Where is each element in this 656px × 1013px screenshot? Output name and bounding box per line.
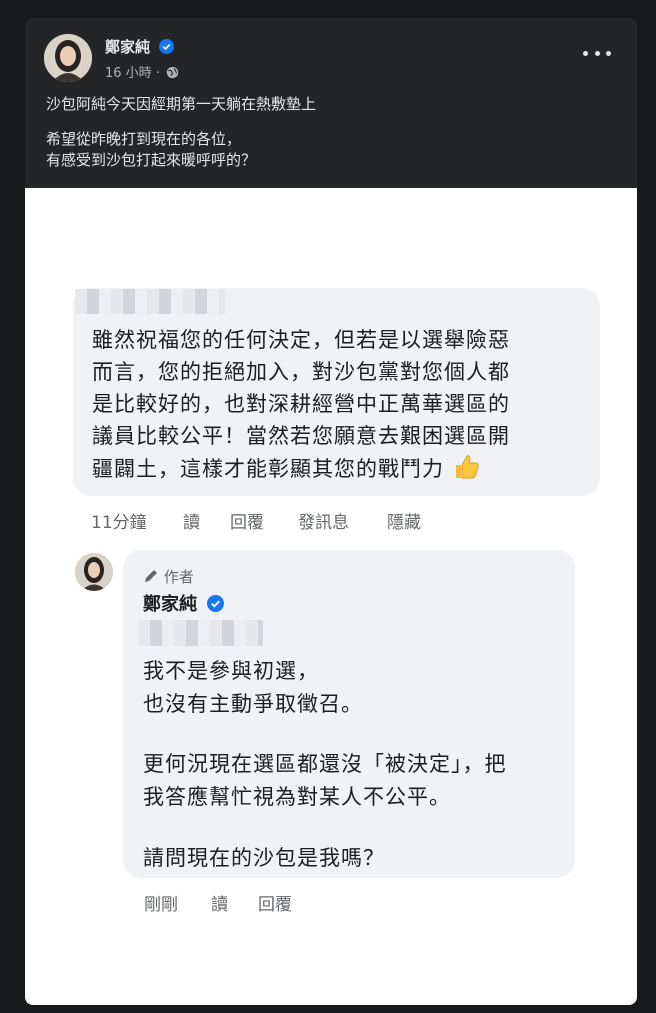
post-text-line-3: 有感受到沙包打起來暖呼呼的？ bbox=[46, 151, 257, 169]
blurred-tagged-name bbox=[138, 620, 263, 646]
author-name-text[interactable]: 鄭家純 bbox=[105, 38, 150, 56]
comment-hide-link[interactable]: 隱藏 bbox=[387, 508, 421, 533]
post-text-line-2: 希望從昨晚打到現在的各位， bbox=[46, 130, 242, 148]
comment-line-5-text: 疆闢土，這樣才能彰顯其您的戰鬥力 bbox=[92, 457, 444, 481]
comment-line-4: 議員比較公平！當然若您願意去艱困選區開 bbox=[92, 424, 510, 448]
pen-icon bbox=[145, 570, 157, 582]
reply-line-4: 更何況現在選區都還沒「被決定」，把 bbox=[143, 752, 507, 776]
verified-badge-icon bbox=[159, 39, 175, 54]
thumbs-up-icon bbox=[455, 455, 479, 479]
dot-icon bbox=[594, 50, 600, 56]
comment-line-1: 雖然祝福您的任何決定，但若是以選舉險惡 bbox=[92, 328, 510, 352]
globe-icon bbox=[166, 66, 179, 79]
comment-reply-link[interactable]: 回覆 bbox=[230, 508, 264, 533]
reply-author-name[interactable]: 鄭家純 bbox=[143, 590, 225, 616]
reply-reply-link[interactable]: 回覆 bbox=[258, 890, 292, 915]
reply-time-link[interactable]: 剛剛 bbox=[144, 890, 178, 915]
reply-avatar[interactable] bbox=[75, 553, 113, 591]
comment-read-link[interactable]: 讀 bbox=[183, 508, 200, 533]
author-badge-text: 作者 bbox=[163, 568, 194, 586]
reply-read-link[interactable]: 讀 bbox=[211, 890, 228, 915]
attached-screenshot[interactable]: 雖然祝福您的任何決定，但若是以選舉險惡 而言，您的拒絕加入，對沙包黨對您個人都 … bbox=[25, 188, 637, 1005]
post-timestamp[interactable]: 16 小時 · bbox=[105, 62, 179, 81]
comment-line-5: 疆闢土，這樣才能彰顯其您的戰鬥力 bbox=[92, 452, 480, 483]
reply-line-2: 也沒有主動爭取徵召。 bbox=[143, 692, 363, 716]
reply-line-7: 請問現在的沙包是我嗎？ bbox=[143, 846, 385, 870]
reply-line-5: 我答應幫忙視為對某人不公平。 bbox=[143, 785, 451, 809]
comment-time-link[interactable]: 11分鐘 bbox=[91, 508, 147, 533]
author-name[interactable]: 鄭家純 bbox=[105, 36, 175, 57]
post-time-text[interactable]: 16 小時 · bbox=[105, 66, 160, 81]
more-options-button[interactable] bbox=[583, 46, 611, 60]
dot-icon bbox=[583, 50, 588, 56]
avatar[interactable] bbox=[44, 34, 92, 82]
post-text-line-1: 沙包阿純今天因經期第一天躺在熱敷墊上 bbox=[46, 95, 317, 113]
reply-line-1: 我不是參與初選， bbox=[143, 659, 319, 683]
facebook-post: 鄭家純 16 小時 · 沙包阿純今天因經期第一天躺在熱敷墊上 希望從昨晚打到現在… bbox=[25, 18, 637, 1005]
comment-line-3: 是比較好的，也對深耕經營中正萬華選區的 bbox=[92, 392, 510, 416]
dot-icon bbox=[606, 50, 611, 56]
verified-badge-icon bbox=[207, 595, 225, 612]
reply-author-name-text[interactable]: 鄭家純 bbox=[143, 594, 197, 615]
comment-message-link[interactable]: 發訊息 bbox=[298, 508, 349, 533]
author-badge: 作者 bbox=[143, 566, 194, 587]
comment-line-2: 而言，您的拒絕加入，對沙包黨對您個人都 bbox=[92, 360, 510, 384]
blurred-commenter-name bbox=[75, 289, 225, 314]
